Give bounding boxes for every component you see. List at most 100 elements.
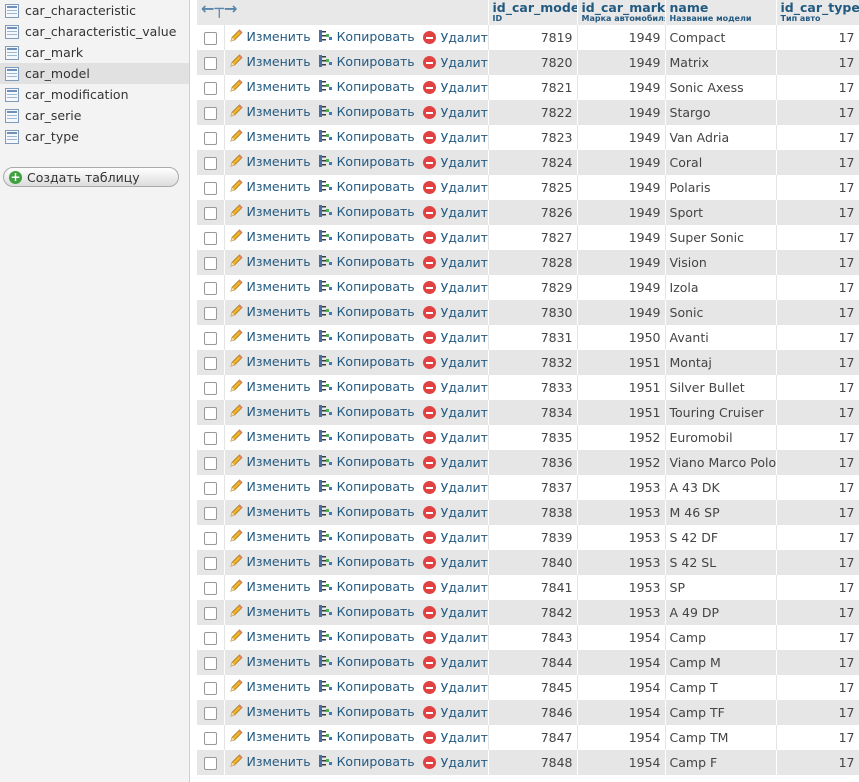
- cell-name[interactable]: Montaj: [665, 350, 777, 375]
- cell-id-car-model[interactable]: 7840: [488, 550, 578, 575]
- edit-row-link[interactable]: Изменить: [228, 653, 311, 669]
- cell-name[interactable]: SP: [665, 575, 777, 600]
- cell-id-car-type[interactable]: 17: [776, 225, 859, 250]
- table-icon[interactable]: [5, 108, 19, 123]
- edit-row-link[interactable]: Изменить: [228, 78, 311, 94]
- cell-id-car-type[interactable]: 17: [776, 275, 859, 300]
- cell-id-car-type[interactable]: 17: [776, 250, 859, 275]
- edit-row-link[interactable]: Изменить: [228, 503, 311, 519]
- cell-name[interactable]: Camp T: [665, 675, 777, 700]
- copy-row-link[interactable]: Копировать: [317, 453, 415, 469]
- cell-id-car-mark[interactable]: 1949: [577, 300, 666, 325]
- cell-id-car-model[interactable]: 7832: [488, 350, 578, 375]
- cell-name[interactable]: Camp M: [665, 650, 777, 675]
- cell-id-car-model[interactable]: 7828: [488, 250, 578, 275]
- copy-row-link[interactable]: Копировать: [317, 503, 415, 519]
- cell-id-car-type[interactable]: 17: [776, 125, 859, 150]
- copy-row-link[interactable]: Копировать: [317, 328, 415, 344]
- cell-name[interactable]: M 46 SP: [665, 500, 777, 525]
- cell-id-car-mark[interactable]: 1951: [577, 375, 666, 400]
- cell-id-car-type[interactable]: 17: [776, 50, 859, 75]
- copy-row-link[interactable]: Копировать: [317, 678, 415, 694]
- cell-id-car-type[interactable]: 17: [776, 175, 859, 200]
- cell-id-car-mark[interactable]: 1951: [577, 350, 666, 375]
- column-name[interactable]: name: [666, 0, 776, 14]
- copy-row-link[interactable]: Копировать: [317, 153, 415, 169]
- copy-row-link[interactable]: Копировать: [317, 628, 415, 644]
- cell-id-car-model[interactable]: 7826: [488, 200, 578, 225]
- edit-row-link[interactable]: Изменить: [228, 53, 311, 69]
- cell-id-car-mark[interactable]: 1949: [577, 275, 666, 300]
- sidebar-item-label[interactable]: car_characteristic: [25, 3, 136, 18]
- edit-row-link[interactable]: Изменить: [228, 353, 311, 369]
- row-checkbox[interactable]: [203, 382, 217, 395]
- cell-id-car-model[interactable]: 7846: [488, 700, 578, 725]
- cell-name[interactable]: A 49 DP: [665, 600, 777, 625]
- cell-id-car-model[interactable]: 7820: [488, 50, 578, 75]
- cell-name[interactable]: Super Sonic: [665, 225, 777, 250]
- row-checkbox[interactable]: [203, 332, 217, 345]
- cell-id-car-type[interactable]: 17: [776, 750, 859, 775]
- cell-id-car-type[interactable]: 17: [776, 725, 859, 750]
- sidebar-item-label[interactable]: car_type: [25, 129, 79, 144]
- cell-name[interactable]: Camp TF: [665, 700, 777, 725]
- column-header-id-car-model[interactable]: id_car_model ID: [488, 0, 578, 25]
- sidebar-item-car-type[interactable]: car_type: [0, 126, 189, 147]
- row-checkbox[interactable]: [203, 57, 217, 70]
- cell-id-car-type[interactable]: 17: [776, 300, 859, 325]
- copy-row-link[interactable]: Копировать: [317, 353, 415, 369]
- delete-row-link[interactable]: Удалить: [422, 305, 487, 320]
- table-icon[interactable]: [5, 3, 19, 18]
- edit-row-link[interactable]: Изменить: [228, 703, 311, 719]
- cell-id-car-model[interactable]: 7839: [488, 525, 578, 550]
- cell-id-car-type[interactable]: 17: [776, 425, 859, 450]
- delete-row-link[interactable]: Удалить: [422, 630, 487, 645]
- copy-row-link[interactable]: Копировать: [317, 128, 415, 144]
- cell-id-car-type[interactable]: 17: [776, 600, 859, 625]
- sidebar-item-car-modification[interactable]: car_modification: [0, 84, 189, 105]
- cell-id-car-type[interactable]: 17: [776, 325, 859, 350]
- row-checkbox[interactable]: [203, 457, 217, 470]
- arrows-icon[interactable]: ←┬→: [197, 0, 487, 17]
- cell-id-car-model[interactable]: 7848: [488, 750, 578, 775]
- cell-name[interactable]: Camp F: [665, 750, 777, 775]
- cell-name[interactable]: S 42 DF: [665, 525, 777, 550]
- delete-row-link[interactable]: Удалить: [422, 180, 487, 195]
- delete-row-link[interactable]: Удалить: [422, 455, 487, 470]
- cell-name[interactable]: Avanti: [665, 325, 777, 350]
- cell-id-car-mark[interactable]: 1949: [577, 200, 666, 225]
- delete-row-link[interactable]: Удалить: [422, 355, 487, 370]
- edit-row-link[interactable]: Изменить: [228, 253, 311, 269]
- cell-name[interactable]: Izola: [665, 275, 777, 300]
- cell-id-car-type[interactable]: 17: [776, 375, 859, 400]
- cell-id-car-mark[interactable]: 1949: [577, 225, 666, 250]
- cell-id-car-type[interactable]: 17: [776, 25, 859, 50]
- row-checkbox[interactable]: [203, 307, 217, 320]
- delete-row-link[interactable]: Удалить: [422, 530, 487, 545]
- delete-row-link[interactable]: Удалить: [422, 155, 487, 170]
- cell-id-car-model[interactable]: 7827: [488, 225, 578, 250]
- cell-name[interactable]: Camp: [665, 625, 777, 650]
- edit-row-link[interactable]: Изменить: [228, 28, 311, 44]
- sidebar-item-label[interactable]: car_mark: [25, 45, 83, 60]
- cell-id-car-model[interactable]: 7834: [488, 400, 578, 425]
- sidebar-item-car-mark[interactable]: car_mark: [0, 42, 189, 63]
- row-checkbox[interactable]: [203, 182, 217, 195]
- cell-id-car-model[interactable]: 7838: [488, 500, 578, 525]
- delete-row-link[interactable]: Удалить: [422, 230, 487, 245]
- sidebar-item-car-serie[interactable]: car_serie: [0, 105, 189, 126]
- cell-id-car-type[interactable]: 17: [776, 525, 859, 550]
- row-checkbox[interactable]: [203, 257, 217, 270]
- cell-name[interactable]: Van Adria: [665, 125, 777, 150]
- cell-id-car-mark[interactable]: 1950: [577, 325, 666, 350]
- cell-id-car-model[interactable]: 7841: [488, 575, 578, 600]
- edit-row-link[interactable]: Изменить: [228, 153, 311, 169]
- delete-row-link[interactable]: Удалить: [422, 730, 487, 745]
- row-checkbox[interactable]: [203, 407, 217, 420]
- sidebar-item-car-characteristic[interactable]: car_characteristic: [0, 0, 189, 21]
- table-icon[interactable]: [5, 45, 19, 60]
- copy-row-link[interactable]: Копировать: [317, 303, 415, 319]
- edit-row-link[interactable]: Изменить: [228, 578, 311, 594]
- delete-row-link[interactable]: Удалить: [422, 655, 487, 670]
- column-header-name[interactable]: name Название модели: [665, 0, 777, 25]
